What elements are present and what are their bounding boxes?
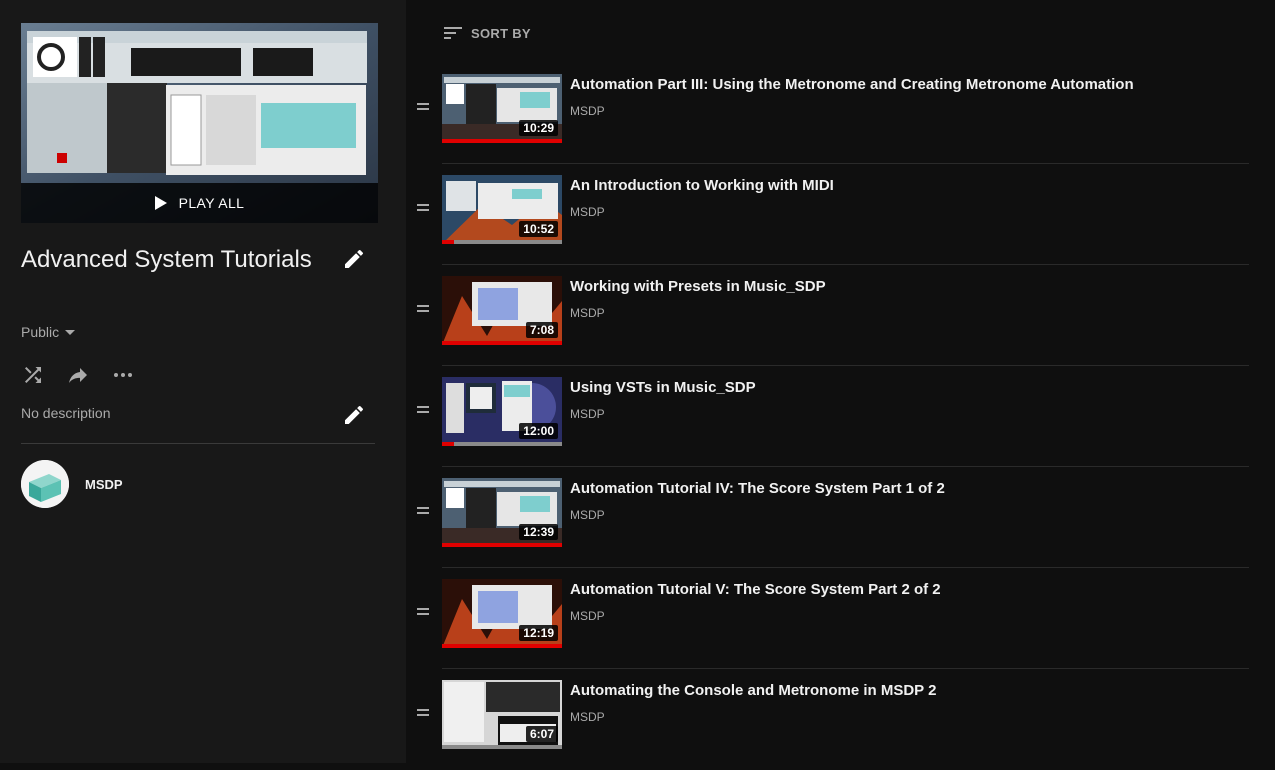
more-horizontal-icon[interactable] <box>111 363 135 387</box>
watch-progress-bar <box>442 644 562 648</box>
playlist-video-item[interactable]: 12:19 Automation Tutorial V: The Score Sy… <box>410 568 1250 669</box>
watch-progress-fill <box>442 442 454 446</box>
shuffle-icon[interactable] <box>21 363 45 387</box>
sidebar-divider <box>21 443 375 444</box>
video-channel[interactable]: MSDP <box>570 508 605 522</box>
playlist-video-list: 10:29 Automation Part III: Using the Metr… <box>410 63 1250 770</box>
video-channel[interactable]: MSDP <box>570 306 605 320</box>
drag-handle-icon[interactable] <box>417 709 429 719</box>
duration-badge: 12:00 <box>519 423 558 439</box>
watch-progress-bar <box>442 139 562 143</box>
privacy-dropdown[interactable]: Public <box>21 324 77 340</box>
playlist-video-item[interactable]: 12:00 Using VSTs in Music_SDP MSDP <box>410 366 1250 467</box>
play-all-label: PLAY ALL <box>178 195 245 211</box>
duration-badge: 12:39 <box>519 524 558 540</box>
watch-progress-bar <box>442 745 562 749</box>
duration-badge: 7:08 <box>525 322 558 338</box>
video-channel[interactable]: MSDP <box>570 710 605 724</box>
drag-handle-icon[interactable] <box>417 305 429 315</box>
watch-progress-fill <box>442 543 562 547</box>
privacy-label: Public <box>21 324 60 340</box>
video-thumbnail[interactable]: 12:39 <box>442 478 562 547</box>
msdp-logo-icon <box>21 460 69 508</box>
video-thumbnail[interactable]: 7:08 <box>442 276 562 345</box>
watch-progress-fill <box>442 240 454 244</box>
sort-by-label: SORT BY <box>471 25 531 41</box>
drag-handle-icon[interactable] <box>417 507 429 517</box>
video-title[interactable]: Automation Tutorial V: The Score System … <box>570 581 941 598</box>
playlist-sidebar: PLAY ALL Advanced System Tutorials Publi… <box>0 0 406 763</box>
video-title[interactable]: Using VSTs in Music_SDP <box>570 379 756 396</box>
playlist-video-item[interactable]: 7:08 Working with Presets in Music_SDP MSD… <box>410 265 1250 366</box>
video-thumbnail[interactable]: 10:52 <box>442 175 562 244</box>
video-channel[interactable]: MSDP <box>570 104 605 118</box>
play-icon <box>154 196 167 210</box>
watch-progress-fill <box>442 644 562 648</box>
video-title[interactable]: Automation Part III: Using the Metronome… <box>570 76 1134 93</box>
video-channel[interactable]: MSDP <box>570 407 605 421</box>
playlist-video-item[interactable]: 6:07 Automating the Console and Metronome… <box>410 669 1250 770</box>
sort-icon <box>444 27 462 39</box>
duration-badge: 10:52 <box>519 221 558 237</box>
playlist-video-item[interactable]: 10:29 Automation Part III: Using the Metr… <box>410 63 1250 164</box>
playlist-owner[interactable]: MSDP <box>21 460 123 508</box>
watch-progress-bar <box>442 543 562 547</box>
video-title[interactable]: An Introduction to Working with MIDI <box>570 177 834 194</box>
video-thumbnail[interactable]: 6:07 <box>442 680 562 749</box>
duration-badge: 12:19 <box>519 625 558 641</box>
owner-name: MSDP <box>85 476 123 492</box>
playlist-title: Advanced System Tutorials <box>21 246 312 273</box>
drag-handle-icon[interactable] <box>417 608 429 618</box>
playlist-actions <box>21 363 156 387</box>
duration-badge: 10:29 <box>519 120 558 136</box>
caret-down-icon <box>65 330 76 335</box>
watch-progress-bar <box>442 240 562 244</box>
playlist-video-item[interactable]: 12:39 Automation Tutorial IV: The Score S… <box>410 467 1250 568</box>
video-title[interactable]: Automation Tutorial IV: The Score System… <box>570 480 945 497</box>
video-thumbnail[interactable]: 10:29 <box>442 74 562 143</box>
avatar <box>21 460 69 508</box>
watch-progress-bar <box>442 442 562 446</box>
watch-progress-fill <box>442 341 562 345</box>
drag-handle-icon[interactable] <box>417 406 429 416</box>
playlist-hero-thumbnail[interactable]: PLAY ALL <box>21 23 378 223</box>
sort-by-button[interactable]: SORT BY <box>443 25 531 41</box>
video-channel[interactable]: MSDP <box>570 609 605 623</box>
duration-badge: 6:07 <box>525 726 558 742</box>
drag-handle-icon[interactable] <box>417 204 429 214</box>
playlist-description: No description <box>21 405 111 421</box>
video-thumbnail[interactable]: 12:00 <box>442 377 562 446</box>
playlist-video-item[interactable]: 10:52 An Introduction to Working with MID… <box>410 164 1250 265</box>
watch-progress-bar <box>442 341 562 345</box>
video-channel[interactable]: MSDP <box>570 205 605 219</box>
share-icon[interactable] <box>66 363 90 387</box>
edit-title-pencil-icon[interactable] <box>342 247 366 271</box>
edit-description-pencil-icon[interactable] <box>342 403 366 427</box>
drag-handle-icon[interactable] <box>417 103 429 113</box>
video-thumbnail[interactable]: 12:19 <box>442 579 562 648</box>
play-all-button[interactable]: PLAY ALL <box>21 183 378 223</box>
video-title[interactable]: Automating the Console and Metronome in … <box>570 682 936 699</box>
video-title[interactable]: Working with Presets in Music_SDP <box>570 278 826 295</box>
watch-progress-fill <box>442 139 562 143</box>
